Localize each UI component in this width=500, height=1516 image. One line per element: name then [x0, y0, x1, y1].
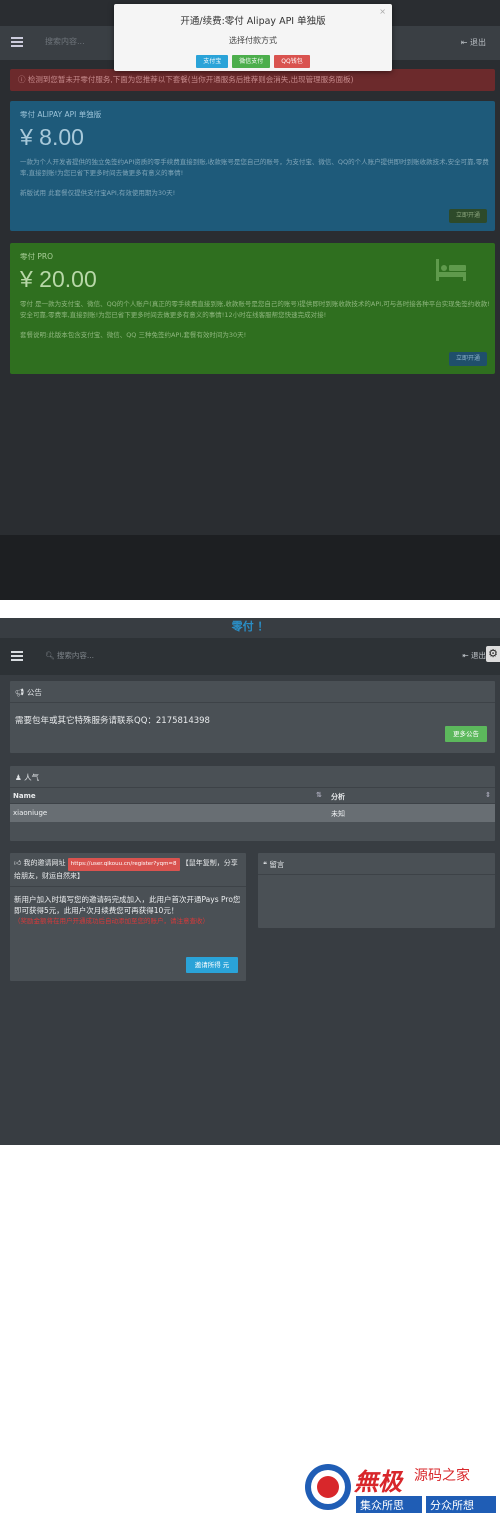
plan-note: 新版试用 此套餐仅提供支付宝API,有效使用期为30天! — [20, 189, 176, 197]
watermark-site: 源码之家 — [414, 1467, 470, 1484]
screenshot-dashboard: 零付 ！ 🔍︎ 搜索内容... ⇤ 退出 ⚙ 📢︎ 公告 需要包年或其它特殊服务… — [0, 618, 500, 1145]
watermark-brand: 無极 — [353, 1467, 404, 1496]
sort-icon[interactable]: ⇅ — [316, 791, 322, 799]
search-input[interactable]: 搜索内容... — [45, 36, 85, 47]
plan-note: 套餐说明:此版本包含支付宝、微信、QQ 三种免签约API,套餐有效时间为30天! — [20, 331, 247, 339]
invite-text: 新用户加入时填写您的邀请码完成加入，此用户首次开通Pays Pro您即可获得5元… — [14, 895, 241, 915]
notice-panel: 📢︎ 公告 需要包年或其它特殊服务请联系QQ：2175814398 更多公告 — [10, 681, 495, 753]
plan-name: 零付 ALIPAY API 单独版 — [20, 110, 102, 119]
modal-subtitle: 选择付款方式 — [229, 36, 277, 45]
search-input[interactable]: 🔍︎ 搜索内容... — [45, 650, 94, 661]
close-icon[interactable]: × — [379, 7, 386, 16]
message-title: 留言 — [269, 860, 285, 869]
payment-modal: × 开通/续费:零付 Alipay API 单独版 选择付款方式 支付宝 微信支… — [114, 4, 392, 71]
menu-icon[interactable] — [11, 37, 23, 47]
screenshot-plans: 搜索内容... ⇤ 退出 ⓘ 检测到您暂未开零付服务,下面为您推荐以下套餐(当你… — [0, 0, 500, 600]
search-placeholder: 搜索内容... — [56, 651, 95, 660]
top-navbar: 🔍︎ 搜索内容... ⇤ 退出 ⚙ — [0, 638, 500, 675]
invite-reward-button[interactable]: 邀请所得 元 — [186, 957, 238, 973]
bed-icon — [436, 259, 466, 281]
payment-methods: 支付宝 微信支付 QQ钱包 — [114, 55, 392, 68]
invite-title: 我的邀请网址 — [23, 859, 66, 867]
cell-name: xiaoniuge — [13, 809, 48, 817]
popular-title: 人气 — [24, 773, 40, 782]
footer-band — [0, 535, 500, 600]
panel-header: 👍︎ 我的邀请网址 https://user.qikouu.cn/registe… — [10, 853, 246, 887]
panel-header: ♟︎ 人气 — [10, 766, 495, 788]
invite-panel: 👍︎ 我的邀请网址 https://user.qikouu.cn/registe… — [10, 853, 246, 981]
gear-icon[interactable]: ⚙ — [486, 646, 500, 662]
plan-card-alipay: 零付 ALIPAY API 单独版 ¥ 8.00 一款为个人开发者提供的独立免签… — [10, 101, 495, 231]
logout-label: 退出 — [471, 651, 486, 660]
qq-wallet-button[interactable]: QQ钱包 — [274, 55, 310, 68]
page-title: 零付 ！ — [231, 620, 269, 633]
panel-header: 📢︎ 公告 — [10, 681, 495, 703]
watermark-logo: 無极 源码之家 集众所思 分众所想 — [305, 1464, 496, 1513]
plan-description: 一款为个人开发者提供的独立免签约API资质的零手续费直接到账,收款账号是您自己的… — [20, 158, 489, 177]
service-alert: ⓘ 检测到您暂未开零付服务,下面为您推荐以下套餐(当你开通服务后推荐则会消失,出… — [10, 69, 495, 91]
plan-price: ¥ 20.00 — [20, 266, 97, 292]
watermark-slogan-left: 集众所思 — [360, 1498, 404, 1512]
wechat-pay-button[interactable]: 微信支付 — [232, 55, 271, 68]
plan-description: 零付 是一款为支付宝、微信、QQ的个人账户(真正的零手续费直接到账,收款账号是您… — [20, 300, 490, 319]
invite-body: 新用户加入时填写您的邀请码完成加入，此用户首次开通Pays Pro您即可获得5元… — [10, 887, 246, 933]
invite-red-text: （奖励金额将在用户开通成功后自动添加至您的账户，请注意查收） — [14, 917, 209, 925]
buy-now-button[interactable]: 立即开通 — [449, 352, 487, 366]
plan-card-pro: 零付 PRO ¥ 20.00 零付 是一款为支付宝、微信、QQ的个人账户(真正的… — [10, 243, 495, 374]
watermark-circle-core — [317, 1476, 339, 1498]
column-header-name[interactable]: Name — [13, 792, 36, 800]
notice-body: 需要包年或其它特殊服务请联系QQ：2175814398 — [15, 716, 210, 726]
cell-analysis: 未知 — [331, 810, 345, 818]
invite-url[interactable]: https://user.qikouu.cn/register?yqm=8 — [67, 858, 180, 871]
sort-icon[interactable]: ⇕ — [485, 791, 491, 799]
logout-label: 退出 — [470, 38, 486, 47]
notice-title: 公告 — [26, 688, 42, 697]
buy-now-button[interactable]: 立即开通 — [449, 209, 487, 223]
table-header: Name ⇅ 分析 ⇕ — [10, 788, 495, 804]
plan-name: 零付 PRO — [20, 252, 54, 261]
plan-price: ¥ 8.00 — [20, 124, 84, 150]
modal-title: 开通/续费:零付 Alipay API 单独版 — [180, 16, 326, 27]
column-header-analysis[interactable]: 分析 — [331, 792, 345, 802]
message-panel: ❝ 留言 — [258, 853, 495, 928]
panel-header: ❝ 留言 — [258, 853, 495, 875]
logout-link[interactable]: ⇤ 退出 — [462, 650, 486, 661]
more-notices-button[interactable]: 更多公告 — [445, 726, 487, 742]
logout-link[interactable]: ⇤ 退出 — [461, 37, 486, 48]
alipay-button[interactable]: 支付宝 — [196, 55, 229, 68]
table-row[interactable]: xiaoniuge 未知 — [10, 804, 495, 822]
popular-panel: ♟︎ 人气 Name ⇅ 分析 ⇕ xiaoniuge 未知 — [10, 766, 495, 841]
watermark-slogan-right: 分众所想 — [430, 1498, 474, 1512]
alert-text: 检测到您暂未开零付服务,下面为您推荐以下套餐(当你开通服务后推荐则会消失,出现管… — [27, 75, 354, 84]
menu-icon[interactable] — [11, 651, 23, 661]
